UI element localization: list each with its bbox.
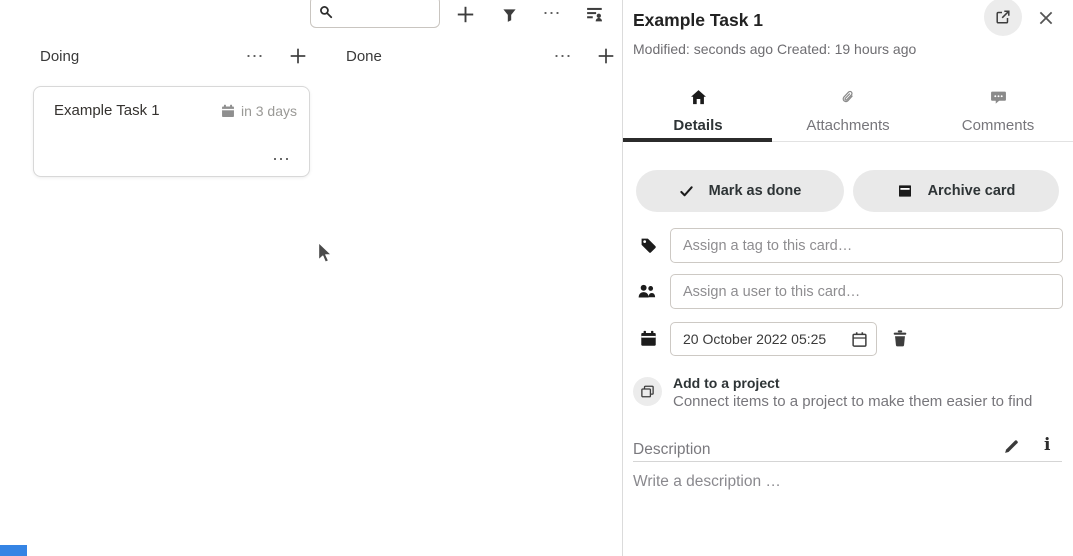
plus-icon xyxy=(456,5,475,24)
kanban-card[interactable]: Example Task 1 in 3 days ⋯ xyxy=(33,86,310,177)
tab-attachments[interactable]: Attachments xyxy=(773,86,923,142)
tab-comments[interactable]: Comments xyxy=(923,86,1073,142)
calendar-icon xyxy=(640,330,657,347)
calendar-outline-icon xyxy=(851,331,868,348)
panel-title: Example Task 1 xyxy=(633,10,763,31)
open-calendar-button[interactable] xyxy=(851,331,868,348)
close-panel-button[interactable] xyxy=(1037,8,1057,28)
assign-tag-input[interactable] xyxy=(670,228,1063,263)
archive-icon xyxy=(897,183,913,199)
description-label: Description xyxy=(633,441,711,459)
description-text-area[interactable]: Write a description … xyxy=(633,473,781,491)
plus-icon xyxy=(597,47,615,65)
pencil-icon xyxy=(1003,438,1020,455)
search-box[interactable] xyxy=(310,0,440,28)
more-options-icon: ⋯ xyxy=(543,4,562,22)
tag-icon xyxy=(640,237,657,254)
open-in-new-window-button[interactable] xyxy=(984,0,1022,36)
card-title: Example Task 1 xyxy=(54,102,160,119)
more-options-icon: ⋯ xyxy=(246,47,265,65)
due-date-value: 20 October 2022 05:25 xyxy=(683,331,851,347)
column-doing-add-card-button[interactable] xyxy=(286,44,310,68)
add-to-project-subtitle: Connect items to a project to make them … xyxy=(673,393,1032,410)
card-details-panel: Example Task 1 Modified: seconds ago Cre… xyxy=(623,0,1073,556)
tab-attachments-label: Attachments xyxy=(773,117,923,134)
checkmark-icon xyxy=(679,184,694,199)
board-menu-button[interactable]: ⋯ xyxy=(540,1,564,25)
delete-due-date-button[interactable] xyxy=(891,329,909,348)
mouse-cursor xyxy=(317,242,333,265)
add-to-project-button[interactable] xyxy=(633,377,662,406)
tab-details[interactable]: Details xyxy=(623,86,773,142)
calendar-icon xyxy=(221,104,235,118)
kanban-app-window: ⋯ Doing ⋯ Done ⋯ Example Task 1 xyxy=(0,0,1073,556)
plus-icon xyxy=(289,47,307,65)
column-title-done: Done xyxy=(346,48,382,65)
info-icon: i xyxy=(1044,437,1050,454)
description-info-button[interactable]: i xyxy=(1044,437,1050,454)
due-date-field[interactable]: 20 October 2022 05:25 xyxy=(670,322,877,356)
filter-funnel-icon xyxy=(502,8,517,23)
tab-comments-label: Comments xyxy=(923,117,1073,134)
tab-bottom-border xyxy=(772,141,1073,142)
add-to-project-title[interactable]: Add to a project xyxy=(673,375,780,391)
close-icon xyxy=(1037,9,1055,27)
external-link-icon xyxy=(995,9,1011,25)
archive-card-label: Archive card xyxy=(928,183,1016,199)
list-user-icon xyxy=(586,5,604,23)
trash-icon xyxy=(891,329,909,348)
active-tab-indicator xyxy=(623,138,772,142)
edit-description-button[interactable] xyxy=(1003,438,1020,455)
users-icon xyxy=(637,283,658,300)
assignee-list-button[interactable] xyxy=(583,2,607,26)
column-doing-menu-button[interactable]: ⋯ xyxy=(243,44,267,68)
add-button[interactable] xyxy=(453,2,477,26)
more-options-icon: ⋯ xyxy=(554,47,573,65)
search-input[interactable] xyxy=(339,5,435,20)
home-icon xyxy=(690,89,707,106)
search-icon xyxy=(319,5,333,19)
more-options-icon: ⋯ xyxy=(272,149,291,169)
card-due-text: in 3 days xyxy=(241,103,297,119)
desktop-accent-fragment xyxy=(0,545,27,556)
description-separator xyxy=(633,461,1062,462)
stacked-windows-icon xyxy=(640,384,655,399)
paperclip-icon xyxy=(840,89,856,106)
mark-as-done-label: Mark as done xyxy=(709,183,802,199)
filter-button[interactable] xyxy=(497,3,521,27)
column-title-doing: Doing xyxy=(40,48,79,65)
card-menu-button[interactable]: ⋯ xyxy=(272,150,291,168)
mark-as-done-button[interactable]: Mark as done xyxy=(636,170,844,212)
archive-card-button[interactable]: Archive card xyxy=(853,170,1059,212)
panel-modified-created: Modified: seconds ago Created: 19 hours … xyxy=(633,41,916,57)
card-due-date: in 3 days xyxy=(221,103,297,119)
column-done-add-card-button[interactable] xyxy=(594,44,618,68)
comment-bubble-icon xyxy=(990,89,1007,106)
tab-details-label: Details xyxy=(623,117,773,134)
column-done-menu-button[interactable]: ⋯ xyxy=(551,44,575,68)
assign-user-input[interactable] xyxy=(670,274,1063,309)
